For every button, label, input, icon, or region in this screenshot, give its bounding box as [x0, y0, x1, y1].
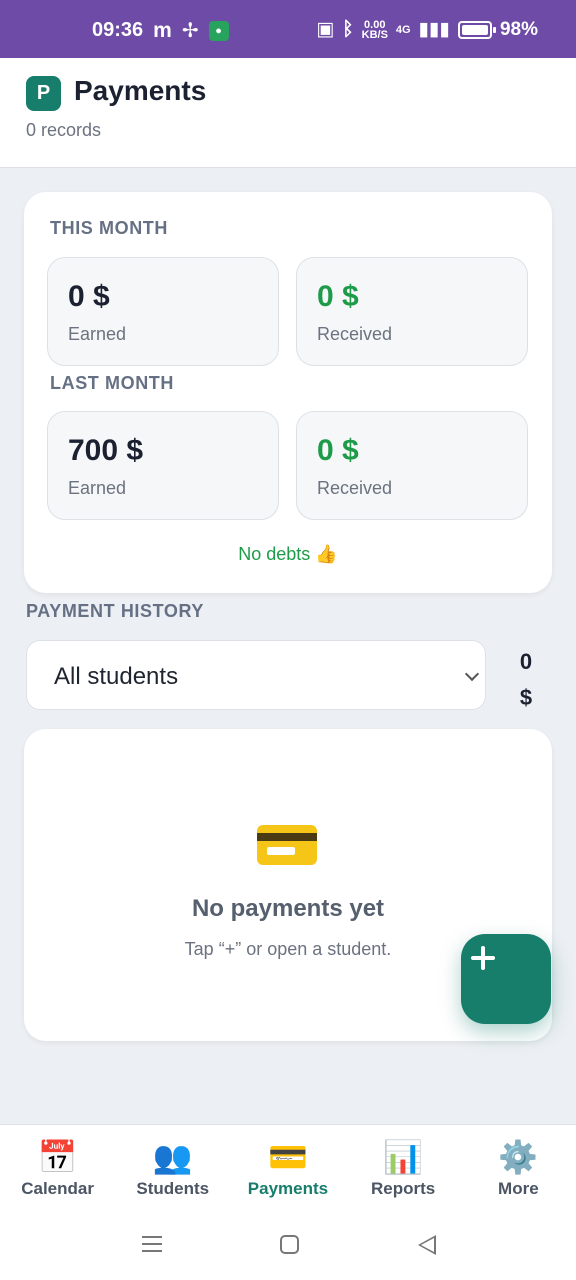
status-bar-right: ▣ ᛒ 0.00 KB/S 4G ▮▮▮ 98% [316, 18, 538, 41]
summary-card: THIS MONTH 0 $ Earned 0 $ Received LAST … [24, 192, 552, 593]
carrier-icon: m [153, 18, 172, 42]
network-type: 4G [395, 23, 411, 36]
nav-label: Calendar [21, 1179, 94, 1198]
app-logo: P [26, 76, 61, 111]
student-filter-select[interactable]: All students [26, 640, 486, 710]
shield-icon: ● [208, 20, 229, 41]
plus-icon [471, 946, 495, 970]
recents-icon[interactable] [142, 1236, 162, 1252]
this-month-received-caption: Received [317, 324, 393, 344]
record-count: 0 records [26, 120, 102, 140]
empty-state-title: No payments yet [191, 895, 385, 922]
last-month-received-box: 0 $ Received [296, 411, 528, 520]
clock: 09:36 [92, 19, 144, 41]
nav-label: Reports [371, 1179, 436, 1198]
signal-icon: ▮▮▮ [418, 19, 450, 40]
net-speed-unit: KB/S [361, 28, 388, 41]
payment-history-label: PAYMENT HISTORY [26, 601, 205, 621]
net-speed: 0.00 KB/S [361, 19, 388, 41]
bluetooth-icon: ᛒ [342, 18, 354, 40]
battery-icon [457, 20, 496, 39]
nav-label: More [498, 1179, 539, 1198]
nav-label: Payments [247, 1179, 329, 1198]
fan-icon: ✢ [181, 20, 199, 42]
this-month-label: THIS MONTH [50, 218, 168, 238]
last-month-received-value: 0 $ [317, 434, 359, 467]
history-total-amount: 0 [519, 649, 533, 674]
add-payment-button[interactable] [461, 934, 551, 1024]
status-bar: 09:36 m ✢ ● ▣ ᛒ 0.00 KB/S 4G ▮▮▮ 98% [0, 0, 576, 58]
calendar-icon: 📅 [37, 1139, 78, 1175]
nav-item-payments[interactable]: 💳 Payments [230, 1125, 345, 1211]
history-total: 0 $ [500, 644, 552, 716]
chevron-down-icon [464, 666, 480, 682]
last-month-earned-box: 700 $ Earned [47, 411, 279, 520]
debt-status: No debts 👍 [238, 544, 338, 564]
card-signature [267, 847, 295, 855]
status-bar-left: 09:36 m ✢ ● [92, 18, 229, 43]
back-icon[interactable] [418, 1235, 436, 1255]
last-month-label: LAST MONTH [50, 373, 174, 393]
nav-label: Students [136, 1179, 210, 1198]
student-filter-value: All students [54, 663, 179, 690]
nav-item-calendar[interactable]: 📅 Calendar [0, 1125, 115, 1211]
app-header: P Payments 0 records [0, 58, 576, 168]
bottom-nav: 📅 Calendar 👥 Students 💳 Payments 📊 Repor… [0, 1124, 576, 1210]
battery-level: 98% [499, 18, 538, 40]
last-month-earned-value: 700 $ [68, 434, 144, 467]
nfc-icon: ▣ [316, 19, 335, 40]
page-title: Payments [74, 75, 207, 106]
last-month-received-caption: Received [317, 478, 393, 498]
this-month-earned-caption: Earned [68, 324, 127, 344]
reports-icon: 📊 [383, 1139, 424, 1175]
card-stripe [257, 833, 317, 841]
this-month-earned-box: 0 $ Earned [47, 257, 279, 366]
history-total-currency: $ [519, 685, 533, 710]
gear-icon: ⚙️ [498, 1139, 539, 1175]
credit-card-icon [257, 825, 317, 865]
nav-item-more[interactable]: ⚙️ More [461, 1125, 576, 1211]
this-month-earned-value: 0 $ [68, 280, 110, 313]
system-nav-bar [0, 1210, 576, 1280]
home-icon[interactable] [280, 1235, 299, 1254]
payments-icon: 💳 [268, 1139, 308, 1175]
nav-item-reports[interactable]: 📊 Reports [346, 1125, 461, 1211]
last-month-earned-caption: Earned [68, 478, 127, 498]
nav-item-students[interactable]: 👥 Students [115, 1125, 230, 1211]
this-month-received-value: 0 $ [317, 280, 359, 313]
this-month-received-box: 0 $ Received [296, 257, 528, 366]
students-icon: 👥 [152, 1139, 193, 1175]
